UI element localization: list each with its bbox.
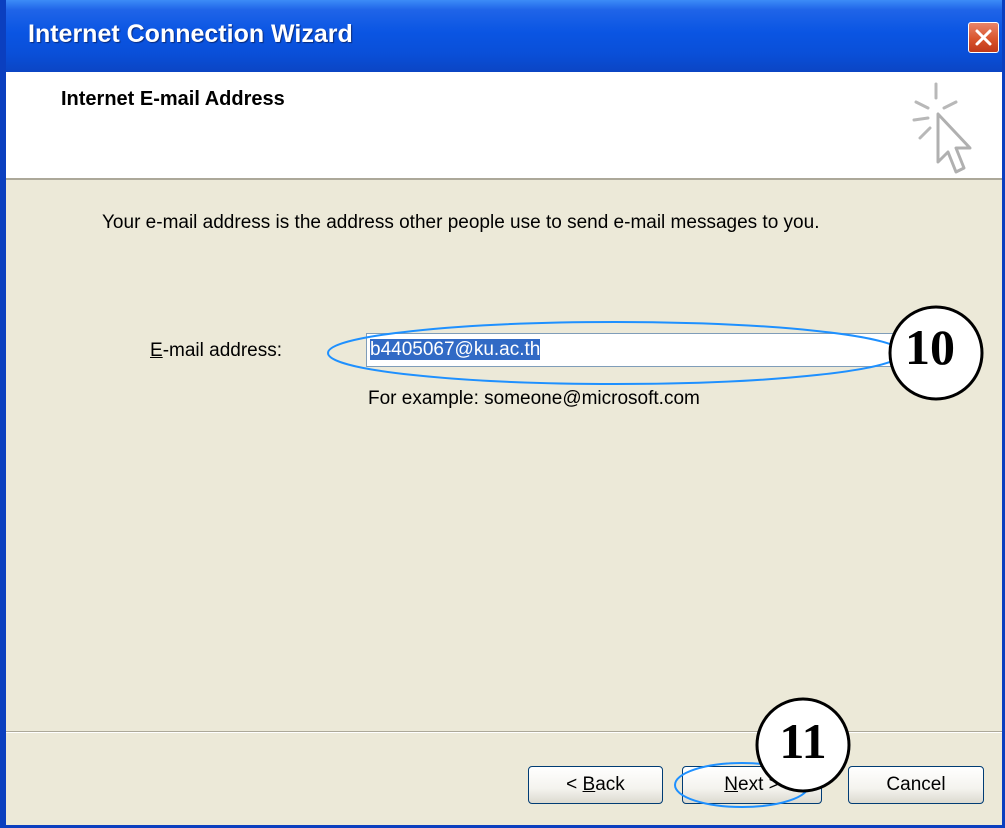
back-prefix: <	[566, 774, 583, 795]
window-title: Internet Connection Wizard	[28, 20, 353, 48]
next-accelerator: N	[724, 774, 738, 795]
footer-divider	[6, 731, 1002, 733]
email-field[interactable]: b4405067@ku.ac.th	[366, 333, 901, 367]
next-label: ext >	[738, 774, 780, 795]
email-label-text: -mail address:	[162, 340, 283, 361]
back-label: ack	[595, 774, 625, 795]
cancel-button[interactable]: Cancel	[848, 766, 984, 804]
wizard-header: Internet E-mail Address	[6, 72, 1002, 180]
intro-text: Your e-mail address is the address other…	[102, 212, 820, 233]
page-title: Internet E-mail Address	[61, 88, 285, 110]
back-button[interactable]: < Back	[528, 766, 663, 804]
email-label: E-mail address:	[150, 340, 282, 362]
wizard-cursor-icon	[912, 82, 972, 174]
cancel-label: Cancel	[886, 774, 946, 795]
callout-number-11: 11	[779, 713, 827, 769]
next-button[interactable]: Next >	[682, 766, 822, 804]
close-button[interactable]	[968, 22, 999, 53]
example-text: For example: someone@microsoft.com	[368, 388, 700, 409]
wizard-window: Internet Connection Wizard Internet E-ma…	[0, 0, 1005, 828]
email-value: b4405067@ku.ac.th	[370, 339, 541, 360]
close-icon	[975, 29, 992, 46]
back-accelerator: B	[582, 774, 596, 795]
email-label-accelerator: E	[150, 340, 163, 361]
title-bar[interactable]: Internet Connection Wizard	[6, 0, 1002, 72]
callout-number-10: 10	[905, 319, 955, 375]
